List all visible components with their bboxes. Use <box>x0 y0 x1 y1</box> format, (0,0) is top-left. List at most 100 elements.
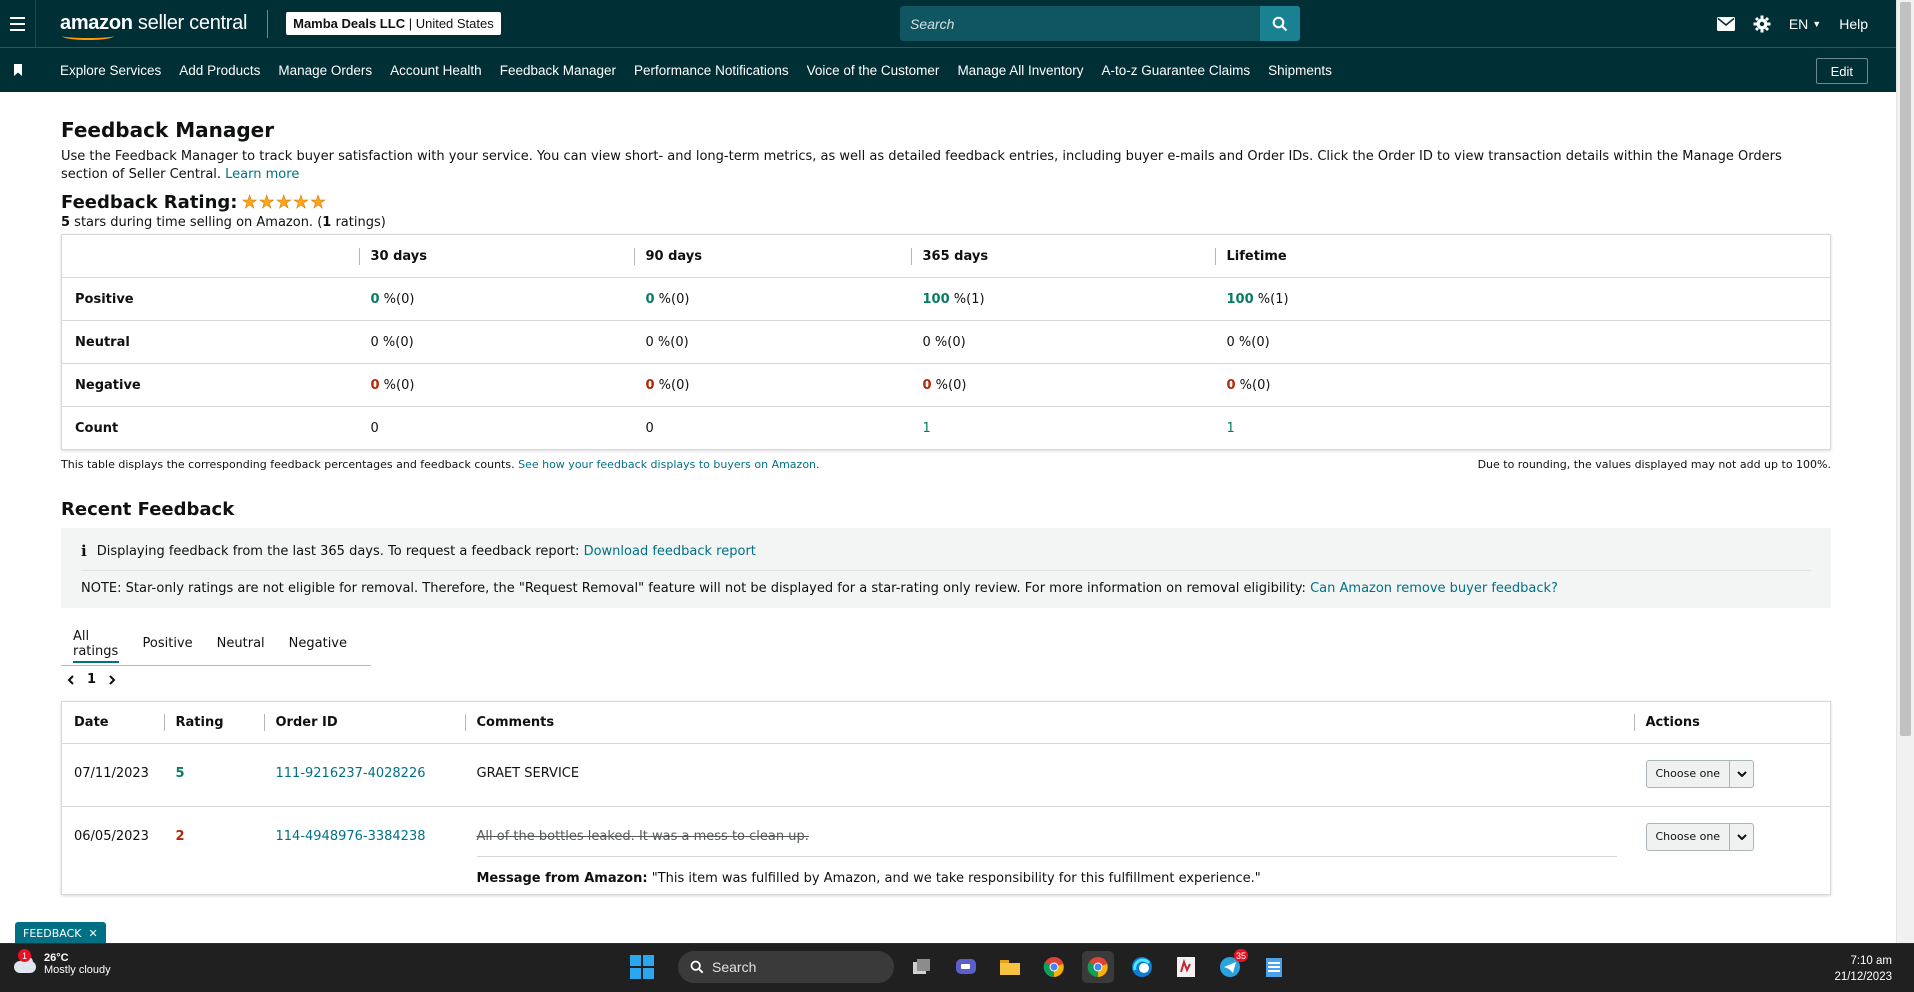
download-report-link[interactable]: Download feedback report <box>584 544 756 559</box>
buyer-display-link[interactable]: See how your feedback displays to buyers… <box>518 458 819 471</box>
rating-stars: ★ ★ ★ ★ ★ <box>241 191 326 213</box>
nav-performance-notifications[interactable]: Performance Notifications <box>634 63 789 78</box>
search-bar <box>900 6 1300 41</box>
search-icon <box>1272 16 1288 31</box>
order-id-link[interactable]: 111-9216237-4028226 <box>276 766 426 781</box>
feedback-summary-table: 30 days 90 days 365 days Lifetime Positi… <box>61 234 1831 450</box>
search-icon <box>690 960 704 974</box>
chrome-profile-icon[interactable] <box>1082 951 1114 983</box>
row-positive: Positive 0 %(0) 0 %(0) 100 %(1) 100 %(1) <box>61 277 1831 321</box>
tab-neutral[interactable]: Neutral <box>217 622 265 666</box>
col-date: Date <box>61 701 164 744</box>
logo-divider <box>267 9 269 38</box>
feedback-comment-struck: All of the bottles leaked. It was a mess… <box>476 829 809 844</box>
weather-widget[interactable]: 1 26°C Mostly cloudy <box>12 949 111 976</box>
taskbar-search[interactable]: Search <box>678 951 894 983</box>
search-button[interactable] <box>1260 6 1300 41</box>
search-input[interactable] <box>900 6 1260 41</box>
star-icon: ★ <box>292 191 310 213</box>
nav-a-to-z-claims[interactable]: A-to-z Guarantee Claims <box>1102 63 1251 78</box>
col-order-id: Order ID <box>263 701 465 744</box>
page-scrollbar[interactable] <box>1896 0 1914 943</box>
recent-feedback-table: Date Rating Order ID Comments Actions 07… <box>61 701 1831 895</box>
amazon-message: Message from Amazon: "This item was fulf… <box>476 856 1617 894</box>
feedback-comment: GRAET SERVICE <box>464 743 1634 807</box>
account-switcher[interactable]: Mamba Deals LLC | United States <box>286 12 501 35</box>
chevron-down-icon <box>1729 823 1753 850</box>
windows-start-icon[interactable] <box>630 955 654 979</box>
tab-positive[interactable]: Positive <box>143 622 193 666</box>
scrollbar-thumb[interactable] <box>1900 2 1911 736</box>
bookmark-nav-bar: Explore Services Add Products Manage Ord… <box>0 47 1896 92</box>
nav-add-products[interactable]: Add Products <box>179 63 260 78</box>
feedback-rating: Feedback Rating: ★ ★ ★ ★ ★ <box>61 192 1831 213</box>
col-comments: Comments <box>464 701 1634 744</box>
col-90-days: 90 days <box>633 234 911 278</box>
telegram-icon[interactable]: 35 <box>1214 949 1248 983</box>
rating-filter-tabs: All ratings Positive Neutral Negative <box>61 622 371 666</box>
chevron-right-icon[interactable] <box>108 674 116 685</box>
chevron-left-icon[interactable] <box>67 674 75 685</box>
mail-icon[interactable] <box>1716 16 1735 31</box>
removal-eligibility-link[interactable]: Can Amazon remove buyer feedback? <box>1310 581 1558 596</box>
help-link[interactable]: Help <box>1839 16 1868 32</box>
actions-dropdown[interactable]: Choose one <box>1645 759 1755 788</box>
settings-gear-icon[interactable] <box>1753 15 1771 33</box>
feedback-date: 07/11/2023 <box>61 743 164 807</box>
nav-feedback-manager[interactable]: Feedback Manager <box>500 63 616 78</box>
nav-explore-services[interactable]: Explore Services <box>60 63 161 78</box>
learn-more-link[interactable]: Learn more <box>225 167 299 182</box>
edit-nav-button[interactable]: Edit <box>1815 58 1868 84</box>
actions-dropdown[interactable]: Choose one <box>1645 822 1755 851</box>
page-title: Feedback Manager <box>61 118 275 142</box>
tab-all-ratings[interactable]: All ratings <box>73 622 119 666</box>
seller-central-logo[interactable]: amazon seller central <box>60 12 247 40</box>
col-lifetime: Lifetime <box>1214 234 1831 278</box>
rating-title: Feedback Rating: <box>61 192 238 213</box>
chat-icon[interactable] <box>950 951 982 983</box>
info-icon: i <box>81 542 87 560</box>
taskbar-apps: Search 35 <box>630 949 1290 983</box>
feedback-info-box: i Displaying feedback from the last 365 … <box>61 528 1831 608</box>
feedback-rating: 2 <box>175 829 185 844</box>
star-icon: ★ <box>241 191 258 213</box>
nav-account-health[interactable]: Account Health <box>390 63 482 78</box>
bookmark-icon[interactable] <box>0 64 36 76</box>
feedback-rating: 5 <box>175 766 185 781</box>
top-bar: amazon seller central Mamba Deals LLC | … <box>0 0 1896 47</box>
table-row: 07/11/2023 5 111-9216237-4028226 GRAET S… <box>61 743 1831 807</box>
top-right-controls: EN ▼ Help <box>1716 0 1868 47</box>
row-negative: Negative 0 %(0) 0 %(0) 0 %(0) 0 %(0) <box>61 363 1831 407</box>
row-count: Count 0 0 1 1 <box>75 420 1235 436</box>
edge-icon[interactable] <box>1126 951 1158 983</box>
col-actions: Actions <box>1633 701 1831 744</box>
chevron-down-icon <box>1729 760 1753 787</box>
main-content: Feedback Manager Use the Feedback Manage… <box>61 92 1831 895</box>
menu-icon[interactable] <box>0 0 36 47</box>
system-clock[interactable]: 7:10 am 21/12/2023 <box>1834 953 1892 985</box>
col-30-days: 30 days <box>358 234 634 278</box>
nav-voice-of-customer[interactable]: Voice of the Customer <box>807 63 940 78</box>
language-selector[interactable]: EN ▼ <box>1789 16 1821 32</box>
nav-manage-orders[interactable]: Manage Orders <box>278 63 372 78</box>
page-number[interactable]: 1 <box>87 672 96 687</box>
tab-negative[interactable]: Negative <box>289 622 347 666</box>
row-neutral: Neutral 0 %(0) 0 %(0) 0 %(0) 0 %(0) <box>61 320 1831 364</box>
feedback-date: 06/05/2023 <box>61 806 164 895</box>
order-id-link[interactable]: 114-4948976-3384238 <box>276 829 426 844</box>
task-view-icon[interactable] <box>906 951 938 983</box>
file-explorer-icon[interactable] <box>994 951 1026 983</box>
feedback-widget-button[interactable]: FEEDBACK ✕ <box>15 922 106 944</box>
intro-text: Use the Feedback Manager to track buyer … <box>61 149 1782 182</box>
notepad-icon[interactable] <box>1258 951 1290 983</box>
star-icon: ★ <box>258 191 275 213</box>
nav-shipments[interactable]: Shipments <box>1268 63 1332 78</box>
pdf-reader-icon[interactable] <box>1170 951 1202 983</box>
windows-taskbar: 1 26°C Mostly cloudy Search 35 7:10 am 21… <box>0 943 1914 992</box>
table-row: 06/05/2023 2 114-4948976-3384238 All of … <box>61 806 1831 895</box>
recent-feedback-title: Recent Feedback <box>61 499 235 520</box>
nav-manage-inventory[interactable]: Manage All Inventory <box>957 63 1083 78</box>
account-region: | United States <box>405 16 494 31</box>
chrome-icon[interactable] <box>1038 951 1070 983</box>
close-icon[interactable]: ✕ <box>88 927 97 940</box>
